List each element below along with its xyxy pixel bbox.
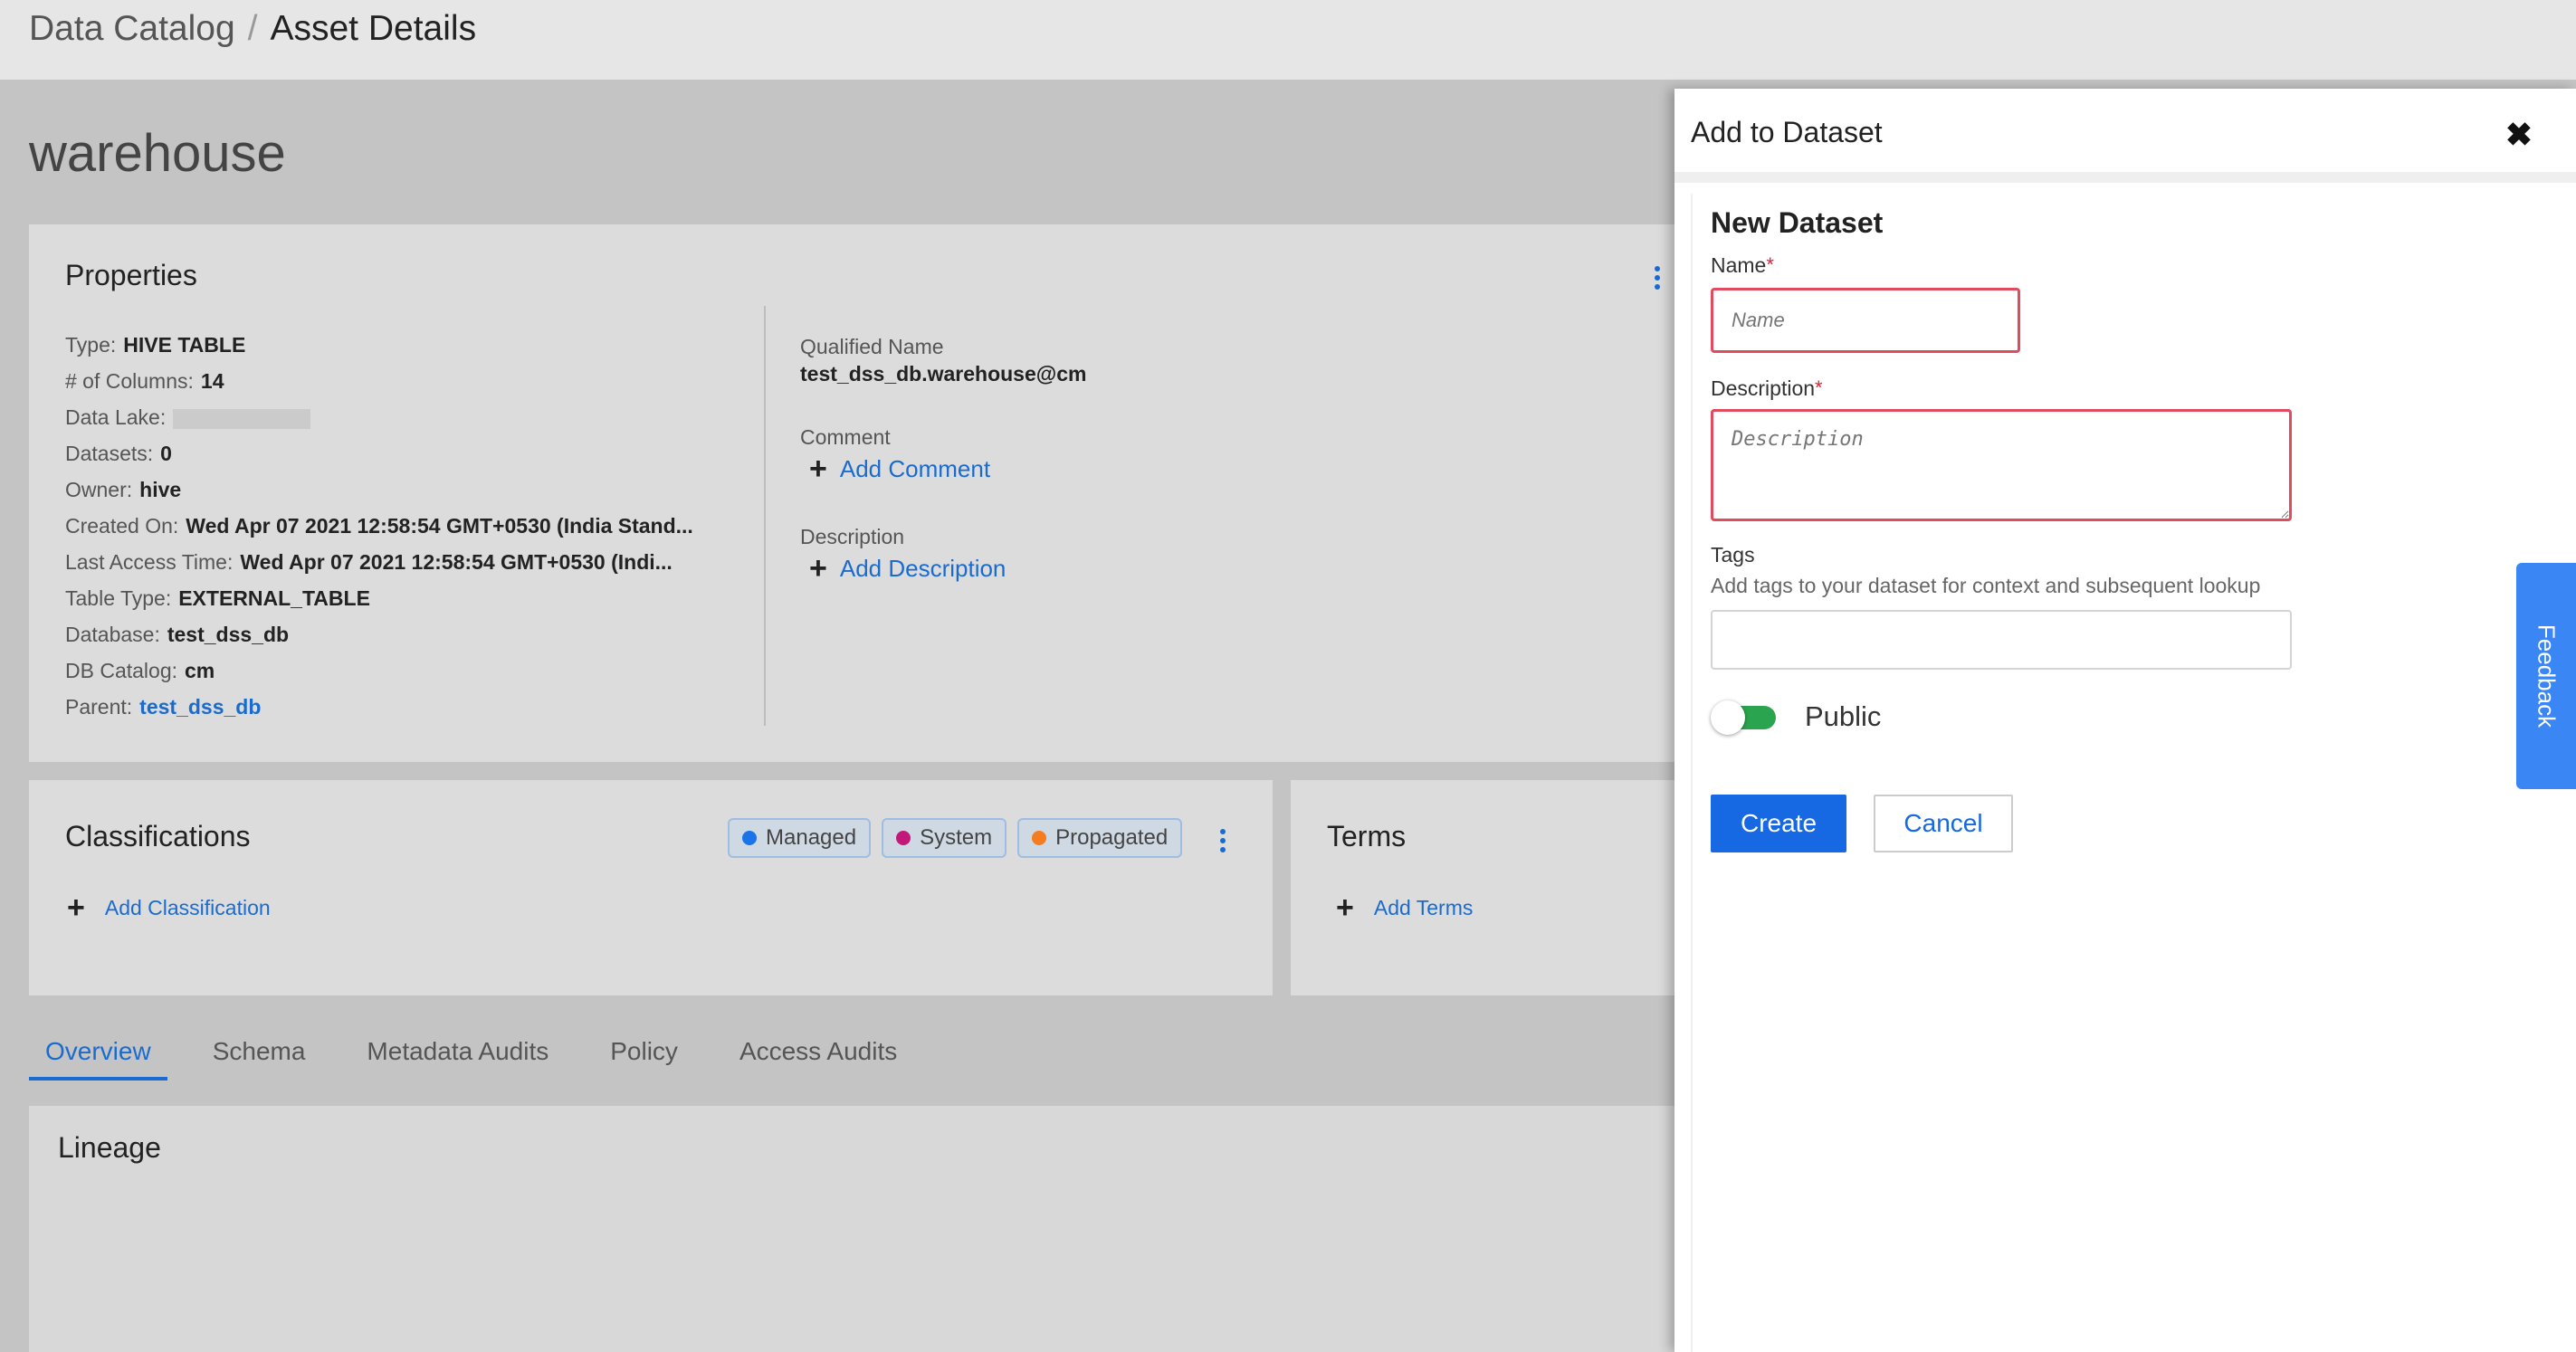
panel-body: New Dataset Name* Description* Tags Add … bbox=[1691, 194, 2560, 1352]
plus-icon: + bbox=[67, 890, 85, 925]
add-comment-label: Add Comment bbox=[839, 455, 991, 482]
properties-title: Properties bbox=[65, 259, 197, 291]
tags-input[interactable] bbox=[1711, 610, 2292, 670]
properties-card: Properties Type: HIVE TABLE # of Columns:… bbox=[29, 224, 1676, 762]
classifications-title: Classifications bbox=[65, 820, 251, 852]
required-mark: * bbox=[1815, 376, 1823, 399]
qualified-name-value: test_dss_db.warehouse@cm bbox=[800, 362, 1087, 386]
lineage-card: Lineage bbox=[29, 1106, 1676, 1352]
prop-row-owner: Owner: hive bbox=[65, 478, 182, 501]
dot-icon bbox=[1032, 831, 1047, 845]
terms-card: Terms + Add Terms bbox=[1291, 780, 1680, 995]
plus-icon: + bbox=[809, 551, 827, 586]
add-classification-link[interactable]: + Add Classification bbox=[67, 892, 271, 923]
parent-link[interactable]: test_dss_db bbox=[139, 695, 261, 719]
asset-title: warehouse bbox=[29, 124, 286, 183]
close-icon[interactable]: ✖ bbox=[2505, 116, 2533, 154]
prop-row-db-catalog: DB Catalog: cm bbox=[65, 659, 215, 682]
new-dataset-title: New Dataset bbox=[1711, 206, 1884, 239]
column-divider bbox=[764, 306, 766, 726]
comment-label: Comment bbox=[800, 425, 891, 449]
prop-row-datasets: Datasets: 0 bbox=[65, 442, 172, 465]
badge-managed[interactable]: Managed bbox=[728, 818, 872, 858]
prop-row-data-lake: Data Lake: bbox=[65, 404, 693, 440]
tab-metadata-audits[interactable]: Metadata Audits bbox=[350, 1030, 565, 1081]
properties-menu-icon[interactable] bbox=[1653, 266, 1662, 290]
qualified-name-label: Qualified Name bbox=[800, 335, 944, 358]
add-to-dataset-panel: Add to Dataset ✖ New Dataset Name* Descr… bbox=[1674, 89, 2576, 1352]
plus-icon: + bbox=[809, 452, 827, 486]
name-input[interactable] bbox=[1711, 288, 2020, 353]
panel-header: Add to Dataset ✖ bbox=[1674, 89, 2576, 183]
cancel-button[interactable]: Cancel bbox=[1874, 795, 2013, 852]
classifications-menu-icon[interactable] bbox=[1218, 829, 1227, 852]
breadcrumb-root-link[interactable]: Data Catalog bbox=[29, 9, 235, 49]
feedback-tab[interactable]: Feedback bbox=[2516, 563, 2576, 789]
description-field-label: Description* bbox=[1711, 376, 1823, 400]
dot-icon bbox=[742, 831, 757, 845]
add-classification-label: Add Classification bbox=[104, 895, 271, 919]
asset-tabs: Overview Schema Metadata Audits Policy A… bbox=[29, 1030, 942, 1081]
properties-right-column: Qualified Name test_dss_db.warehouse@cm … bbox=[800, 333, 1086, 586]
name-label: Name* bbox=[1711, 253, 1774, 277]
lineage-title: Lineage bbox=[58, 1131, 161, 1164]
add-terms-link[interactable]: + Add Terms bbox=[1336, 892, 1473, 923]
tags-help-text: Add tags to your dataset for context and… bbox=[1711, 574, 2261, 597]
tab-schema[interactable]: Schema bbox=[196, 1030, 322, 1081]
prop-row-database: Database: test_dss_db bbox=[65, 623, 290, 646]
prop-row-parent: Parent: test_dss_db bbox=[65, 695, 262, 719]
tab-policy[interactable]: Policy bbox=[594, 1030, 694, 1081]
breadcrumb-current: Asset Details bbox=[270, 9, 477, 48]
breadcrumb: Data Catalog / Asset Details bbox=[29, 9, 476, 49]
tab-access-audits[interactable]: Access Audits bbox=[723, 1030, 913, 1081]
public-toggle[interactable] bbox=[1711, 700, 1778, 735]
classification-badges: Managed System Propagated bbox=[728, 818, 1183, 858]
panel-title: Add to Dataset bbox=[1691, 116, 1883, 148]
breadcrumb-separator: / bbox=[247, 9, 258, 48]
create-button[interactable]: Create bbox=[1711, 795, 1846, 852]
prop-row-type: Type: HIVE TABLE bbox=[65, 333, 246, 357]
public-label: Public bbox=[1805, 700, 1882, 732]
add-comment-link[interactable]: + Add Comment bbox=[809, 451, 1086, 487]
description-textarea[interactable] bbox=[1711, 409, 2292, 521]
terms-title: Terms bbox=[1327, 820, 1407, 852]
required-mark: * bbox=[1766, 253, 1774, 276]
properties-list: Type: HIVE TABLE # of Columns: 14 Data Lak… bbox=[65, 331, 693, 729]
add-terms-label: Add Terms bbox=[1373, 895, 1474, 919]
prop-row-columns: # of Columns: 14 bbox=[65, 369, 224, 393]
prop-row-table-type: Table Type: EXTERNAL_TABLE bbox=[65, 586, 370, 610]
feedback-label: Feedback bbox=[2533, 624, 2561, 728]
description-label: Description bbox=[800, 525, 905, 548]
add-description-label: Add Description bbox=[839, 555, 1007, 582]
redacted-value bbox=[173, 408, 311, 429]
add-description-link[interactable]: + Add Description bbox=[809, 550, 1086, 586]
dot-icon bbox=[896, 831, 911, 845]
top-bar: Data Catalog / Asset Details bbox=[0, 0, 2576, 80]
classifications-card: Classifications Managed System Propagate… bbox=[29, 780, 1273, 995]
badge-system[interactable]: System bbox=[882, 818, 1007, 858]
prop-row-created-on: Created On: Wed Apr 07 2021 12:58:54 GMT+… bbox=[65, 514, 693, 538]
plus-icon: + bbox=[1336, 890, 1354, 925]
prop-row-last-access: Last Access Time: Wed Apr 07 2021 12:58:5… bbox=[65, 550, 673, 574]
tags-label: Tags bbox=[1711, 543, 1755, 567]
badge-propagated[interactable]: Propagated bbox=[1017, 818, 1183, 858]
tab-overview[interactable]: Overview bbox=[29, 1030, 167, 1081]
